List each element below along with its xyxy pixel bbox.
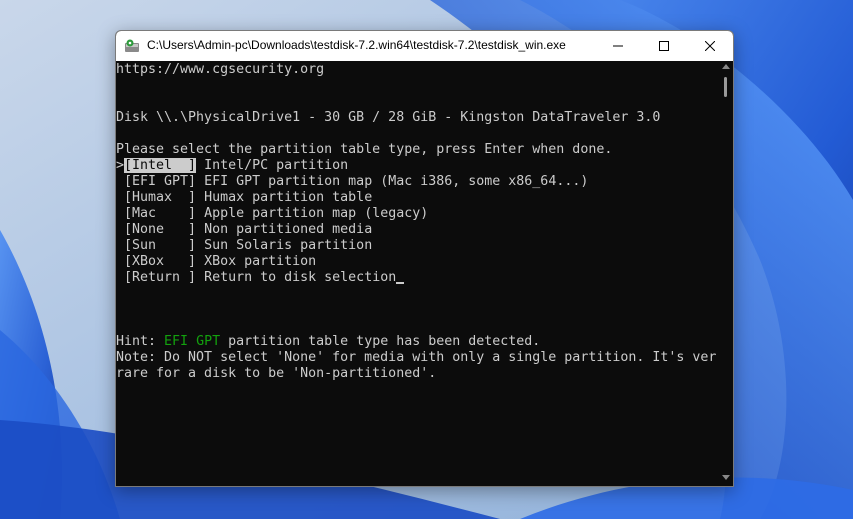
testdisk-app-icon xyxy=(125,39,139,52)
hint-suffix: partition table type has been detected. xyxy=(220,334,541,349)
hint-prefix: Hint: xyxy=(116,334,165,349)
option-pointer xyxy=(116,254,124,269)
option-key: [Mac ] xyxy=(124,206,197,221)
window-title: C:\Users\Admin-pc\Downloads\testdisk-7.2… xyxy=(147,38,566,52)
option-desc: EFI GPT partition map (Mac i386, some x8… xyxy=(196,174,589,189)
minimize-button[interactable] xyxy=(595,31,641,61)
terminal-output[interactable]: https://www.cgsecurity.org Disk \\.\Phys… xyxy=(116,61,719,486)
option-key: [Return ] xyxy=(124,270,197,285)
option-efi-gpt[interactable]: [EFI GPT] EFI GPT partition map (Mac i38… xyxy=(116,174,588,190)
option-desc: Intel/PC partition xyxy=(196,158,349,173)
option-key: [Humax ] xyxy=(124,190,197,205)
option-xbox[interactable]: [XBox ] XBox partition xyxy=(116,254,316,270)
scrollbar-thumb[interactable] xyxy=(724,77,727,97)
option-key: [EFI GPT] xyxy=(124,174,197,189)
option-pointer: > xyxy=(116,158,125,173)
option-mac[interactable]: [Mac ] Apple partition map (legacy) xyxy=(116,206,428,222)
option-pointer xyxy=(116,206,124,221)
close-button[interactable] xyxy=(687,31,733,61)
option-key: [None ] xyxy=(124,222,197,237)
option-pointer xyxy=(116,270,124,285)
minimize-icon xyxy=(613,45,623,47)
option-key: [Intel ] xyxy=(124,158,197,173)
hint-detected-type: EFI GPT xyxy=(164,334,221,349)
maximize-icon xyxy=(659,41,669,51)
option-desc: Non partitioned media xyxy=(196,222,373,237)
note-line-1: Note: Do NOT select 'None' for media wit… xyxy=(116,350,717,365)
close-icon xyxy=(705,41,715,51)
maximize-button[interactable] xyxy=(641,31,687,61)
option-key: [XBox ] xyxy=(124,254,197,269)
disk-line: Disk \\.\PhysicalDrive1 - 30 GB / 28 GiB… xyxy=(116,110,661,125)
title-bar[interactable]: C:\Users\Admin-pc\Downloads\testdisk-7.2… xyxy=(116,31,733,61)
option-intel[interactable]: >[Intel ] Intel/PC partition xyxy=(116,158,348,174)
option-humax[interactable]: [Humax ] Humax partition table xyxy=(116,190,372,206)
option-pointer xyxy=(116,190,124,205)
scroll-down-arrow-icon[interactable] xyxy=(722,475,730,480)
option-pointer xyxy=(116,222,124,237)
option-desc: XBox partition xyxy=(196,254,317,269)
option-desc: Humax partition table xyxy=(196,190,373,205)
option-none[interactable]: [None ] Non partitioned media xyxy=(116,222,372,238)
scroll-up-arrow-icon[interactable] xyxy=(722,64,730,69)
text-cursor xyxy=(396,282,405,284)
prompt-line: Please select the partition table type, … xyxy=(116,142,613,157)
option-pointer xyxy=(116,174,124,189)
option-desc: Apple partition map (legacy) xyxy=(196,206,429,221)
hint-line: Hint: EFI GPT partition table type has b… xyxy=(116,334,540,350)
note-line-2: rare for a disk to be 'Non-partitioned'. xyxy=(116,366,437,381)
option-key: [Sun ] xyxy=(124,238,197,253)
option-desc: Sun Solaris partition xyxy=(196,238,373,253)
option-desc: Return to disk selection xyxy=(196,270,397,285)
option-sun[interactable]: [Sun ] Sun Solaris partition xyxy=(116,238,372,254)
option-return[interactable]: [Return ] Return to disk selection xyxy=(116,270,405,286)
url-line: https://www.cgsecurity.org xyxy=(116,62,325,77)
console-window[interactable]: C:\Users\Admin-pc\Downloads\testdisk-7.2… xyxy=(115,30,734,487)
vertical-scrollbar[interactable] xyxy=(719,61,733,486)
option-pointer xyxy=(116,238,124,253)
